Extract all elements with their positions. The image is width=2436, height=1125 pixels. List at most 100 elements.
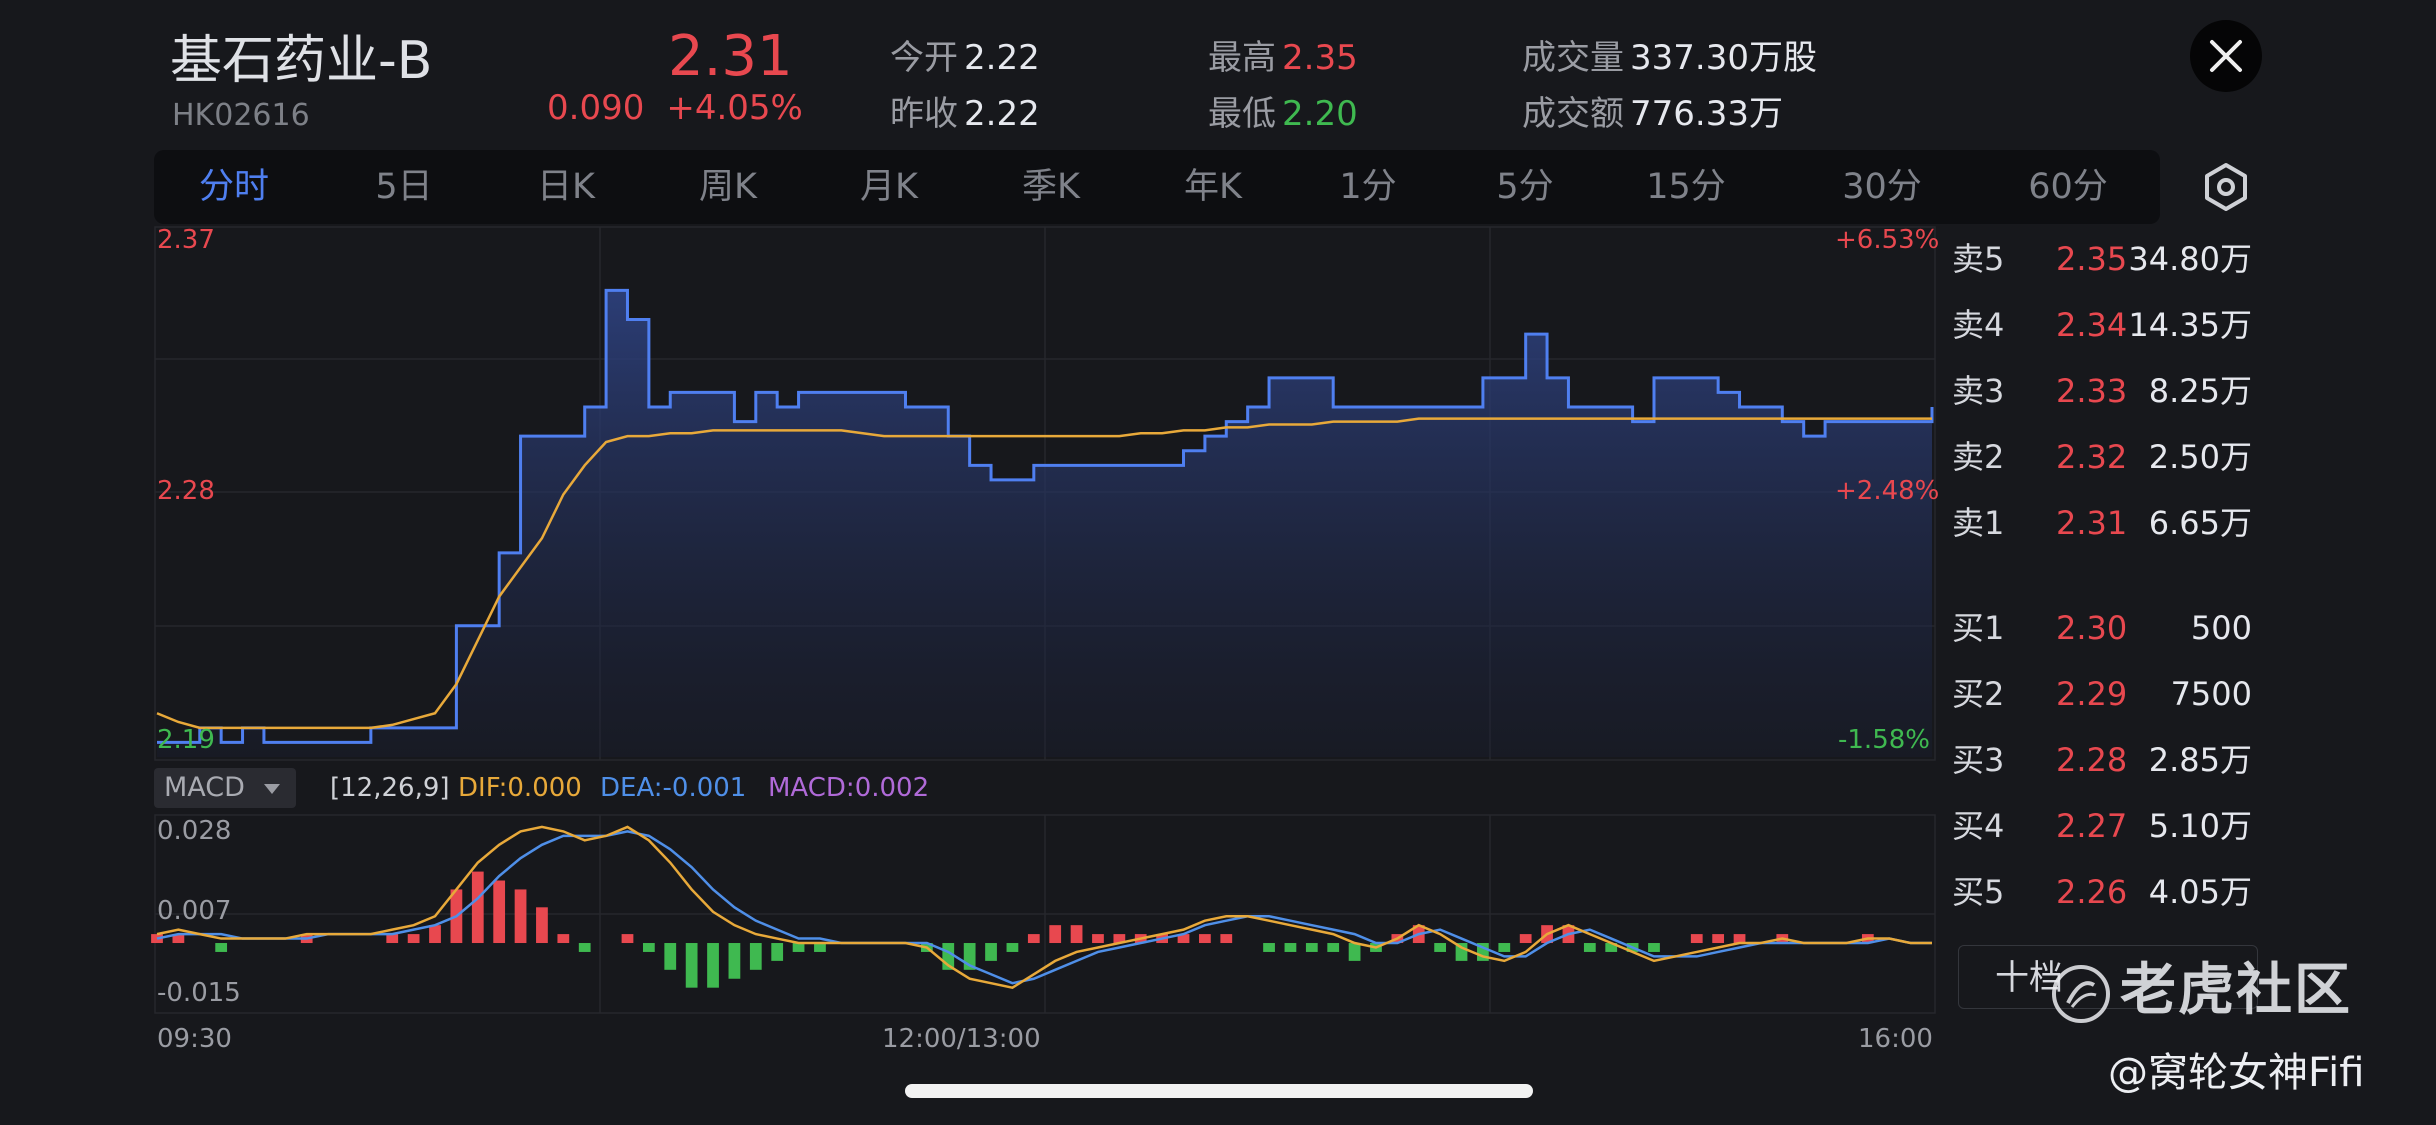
macd-params: [12,26,9] — [330, 773, 450, 803]
watermark-text: 老虎社区 — [2120, 958, 2352, 1023]
bid-row-5: 买5 2.26 4.05万 — [1952, 867, 2252, 917]
ask-price: 2.32 — [2056, 438, 2128, 476]
macd-bar — [1690, 934, 1703, 944]
macd-bar — [664, 943, 677, 970]
pct-axis-top: +6.53% — [1835, 225, 1940, 255]
author-credit: @窝轮女神Fifi — [2108, 1050, 2365, 1096]
bid-label: 买2 — [1952, 675, 2005, 713]
macd-bar — [1712, 934, 1725, 944]
bid-row-2: 买2 2.29 7500 — [1952, 669, 2252, 719]
bid-volume: 5.10万 — [2148, 807, 2252, 845]
macd-bar — [1027, 934, 1040, 944]
macd-bar — [1199, 934, 1211, 944]
macd-bar — [1498, 943, 1511, 952]
ask-label: 卖3 — [1952, 372, 2005, 410]
time-axis-mid: 12:00/13:00 — [882, 1024, 1041, 1054]
ask-row-5: 卖5 2.35 34.80万 — [1952, 234, 2252, 284]
macd-grid — [154, 814, 1936, 1014]
ask-volume: 6.65万 — [2148, 504, 2252, 542]
macd-bar — [1733, 934, 1746, 944]
macd-bar — [1220, 934, 1233, 944]
macd-bar — [792, 943, 805, 952]
ask-row-4: 卖4 2.34 14.35万 — [1952, 300, 2252, 350]
bid-row-3: 买3 2.28 2.85万 — [1952, 735, 2252, 785]
macd-bar — [1006, 943, 1019, 952]
macd-bar — [1305, 943, 1318, 952]
macd-bar — [407, 934, 420, 944]
bid-volume: 500 — [2190, 609, 2252, 647]
macd-bar — [215, 943, 228, 952]
macd-bar — [985, 943, 997, 961]
price-axis-top: 2.37 — [157, 225, 215, 255]
bid-row-4: 买4 2.27 5.10万 — [1952, 801, 2252, 851]
bid-volume: 4.05万 — [2148, 873, 2252, 911]
macd-bar — [471, 871, 484, 944]
ask-volume: 14.35万 — [2128, 306, 2252, 344]
macd-bar — [728, 943, 741, 979]
macd-bar — [1583, 943, 1596, 952]
bid-volume: 7500 — [2170, 675, 2252, 713]
ask-label: 卖1 — [1952, 504, 2005, 542]
chevron-down-icon — [263, 784, 280, 794]
macd-bar — [621, 934, 634, 944]
bid-row-1: 买1 2.30 500 — [1952, 603, 2252, 653]
macd-dif-value: DIF:0.000 — [458, 773, 582, 803]
ask-price: 2.33 — [2056, 372, 2128, 410]
bid-price: 2.30 — [2056, 609, 2128, 647]
time-axis-start: 09:30 — [157, 1024, 232, 1054]
ask-row-3: 卖3 2.33 8.25万 — [1952, 366, 2252, 416]
pct-axis-bottom: -1.58% — [1838, 725, 1930, 755]
bid-label: 买4 — [1952, 807, 2005, 845]
home-indicator[interactable] — [905, 1084, 1533, 1098]
bid-label: 买5 — [1952, 873, 2005, 911]
ask-label: 卖5 — [1952, 240, 2005, 278]
macd-axis-top: 0.028 — [157, 816, 232, 846]
macd-bar — [557, 934, 570, 944]
macd-bar — [1070, 925, 1083, 944]
watermark-logo: 老虎社区 — [2050, 945, 2352, 1026]
ask-volume: 34.80万 — [2128, 240, 2252, 278]
macd-bar — [642, 943, 655, 952]
macd-macd-value: MACD:0.002 — [768, 773, 930, 803]
tiger-logo-icon — [2052, 964, 2110, 1023]
macd-bar — [493, 880, 506, 944]
macd-bar — [1327, 943, 1340, 952]
bid-label: 买3 — [1952, 741, 2005, 779]
ask-label: 卖4 — [1952, 306, 2005, 344]
macd-bar — [1092, 934, 1104, 944]
pct-axis-mid: +2.48% — [1835, 476, 1940, 506]
macd-bar — [1284, 943, 1297, 952]
macd-bar — [514, 889, 527, 944]
macd-bar — [1434, 943, 1447, 952]
bid-price: 2.29 — [2056, 675, 2128, 713]
macd-bar — [1519, 934, 1532, 944]
macd-axis-bottom: -0.015 — [157, 978, 241, 1008]
bid-label: 买1 — [1952, 609, 2005, 647]
ask-volume: 2.50万 — [2148, 438, 2252, 476]
price-axis-mid: 2.28 — [157, 476, 215, 506]
macd-dea-value: DEA:-0.001 — [600, 773, 747, 803]
bid-volume: 2.85万 — [2148, 741, 2252, 779]
macd-bar — [771, 943, 784, 961]
macd-bar — [1049, 925, 1062, 944]
ask-volume: 8.25万 — [2148, 372, 2252, 410]
macd-bar — [749, 943, 762, 970]
macd-bar — [707, 943, 719, 988]
bid-price: 2.27 — [2056, 807, 2128, 845]
ask-label: 卖2 — [1952, 438, 2005, 476]
macd-bar — [429, 925, 441, 944]
macd-bar — [536, 907, 548, 944]
macd-axis-mid: 0.007 — [157, 896, 232, 926]
macd-bar — [578, 943, 591, 952]
macd-bar — [1348, 943, 1361, 961]
bid-price: 2.26 — [2056, 873, 2128, 911]
indicator-selector[interactable]: MACD — [154, 768, 296, 808]
ask-price: 2.35 — [2056, 240, 2128, 278]
macd-bar — [1263, 943, 1275, 952]
ask-price: 2.31 — [2056, 504, 2128, 542]
time-axis-end: 16:00 — [1858, 1024, 1933, 1054]
bid-price: 2.28 — [2056, 741, 2128, 779]
ask-row-1: 卖1 2.31 6.65万 — [1952, 498, 2252, 548]
price-axis-bottom: 2.19 — [157, 725, 215, 755]
ask-row-2: 卖2 2.32 2.50万 — [1952, 432, 2252, 482]
